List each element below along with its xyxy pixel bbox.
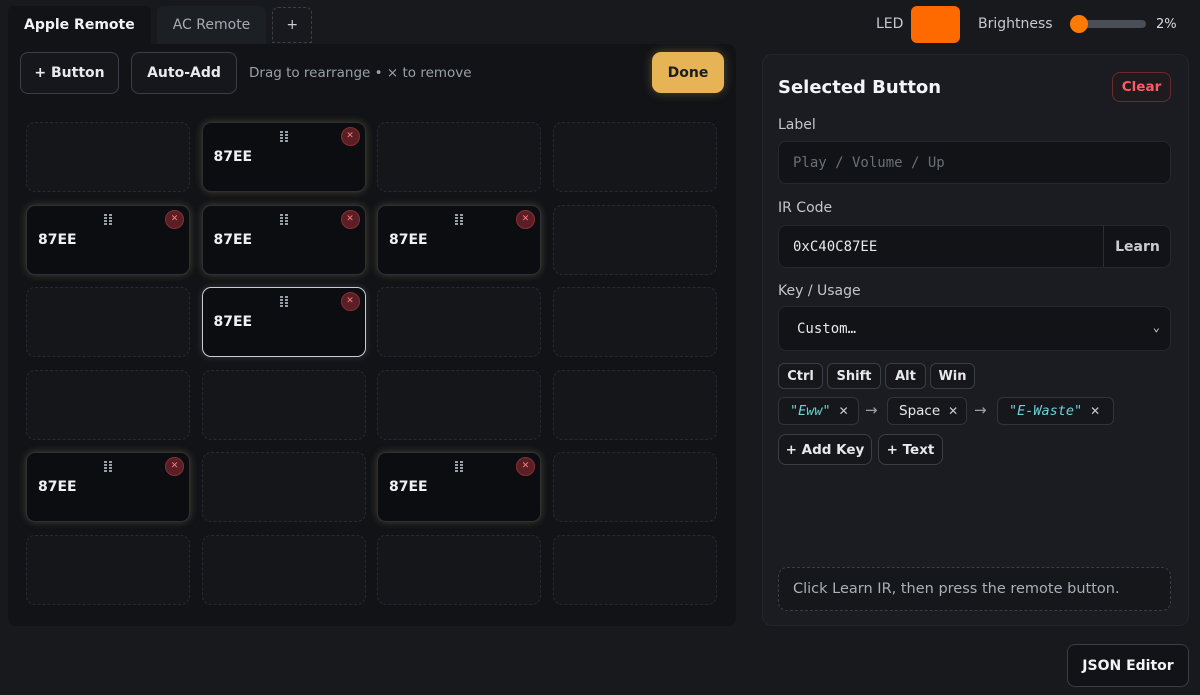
panel-title: Selected Button [778, 77, 942, 98]
remove-icon[interactable]: ✕ [340, 209, 360, 229]
sequence-item-key[interactable]: Space ✕ [887, 397, 967, 425]
empty-slot[interactable] [552, 287, 717, 357]
add-key-button[interactable]: + Add Key [778, 434, 872, 465]
empty-slot[interactable] [552, 204, 717, 275]
remote-button[interactable]: ✕ 87EE [201, 204, 366, 275]
label-field-label: Label [778, 117, 816, 133]
remove-icon[interactable]: ✕ [165, 457, 184, 476]
modifier-shift[interactable]: Shift [827, 363, 881, 389]
drag-handle-icon[interactable] [279, 296, 288, 308]
brightness-slider-thumb[interactable] [1070, 15, 1088, 33]
brightness-slider[interactable] [1070, 15, 1146, 33]
modifier-win[interactable]: Win [930, 363, 975, 389]
tab-ac-remote[interactable]: AC Remote [156, 6, 267, 44]
modifier-alt[interactable]: Alt [885, 363, 926, 389]
done-button[interactable]: Done [652, 52, 724, 93]
add-button-button[interactable]: + Button [20, 52, 119, 94]
brightness-label: Brightness [978, 16, 1053, 32]
empty-slot[interactable] [377, 534, 541, 605]
sequence-item-label: Space [899, 403, 941, 419]
drag-handle-icon[interactable] [279, 213, 288, 226]
drag-handle-icon[interactable] [104, 213, 112, 226]
remote-button[interactable]: ✕ 87EE [26, 204, 190, 275]
remote-button-label: 87EE [213, 231, 253, 248]
remove-icon[interactable]: ✕ [948, 404, 958, 418]
key-usage-select[interactable]: Custom… ⌄ [778, 306, 1171, 351]
auto-add-button[interactable]: Auto-Add [131, 52, 237, 94]
modifier-ctrl[interactable]: Ctrl [778, 363, 823, 389]
remove-icon[interactable]: ✕ [165, 209, 184, 229]
remove-icon[interactable]: ✕ [516, 209, 535, 229]
key-usage-label: Key / Usage [778, 283, 861, 299]
json-editor-button[interactable]: JSON Editor [1067, 644, 1189, 687]
empty-slot[interactable] [201, 369, 366, 440]
sequence-item-text[interactable]: "Eww" ✕ [778, 397, 859, 425]
sequence-item-label: "Eww" [790, 403, 831, 419]
remote-button[interactable]: ✕ 87EE [377, 452, 541, 522]
empty-slot[interactable] [377, 287, 541, 357]
tab-apple-remote[interactable]: Apple Remote [8, 6, 151, 44]
chevron-down-icon: ⌄ [1152, 320, 1160, 334]
empty-slot[interactable] [201, 452, 366, 522]
remote-button[interactable]: ✕ 87EE [201, 287, 366, 357]
empty-slot[interactable] [552, 122, 717, 192]
empty-slot[interactable] [377, 122, 541, 192]
remote-button-label: 87EE [213, 149, 253, 165]
empty-slot[interactable] [26, 534, 190, 605]
remote-button[interactable]: ✕ 87EE [26, 452, 190, 522]
empty-slot[interactable] [26, 122, 190, 192]
arrow-right-icon: → [865, 401, 878, 419]
empty-slot[interactable] [201, 534, 366, 605]
clear-button[interactable]: Clear [1112, 72, 1171, 102]
sequence-item-label: "E-Waste" [1009, 403, 1083, 419]
learn-status-message: Click Learn IR, then press the remote bu… [778, 567, 1171, 611]
remote-tabs: Apple Remote AC Remote + [8, 6, 313, 44]
empty-slot[interactable] [552, 369, 717, 440]
empty-slot[interactable] [552, 452, 717, 522]
key-usage-value: Custom… [797, 320, 857, 337]
remote-button-label: 87EE [389, 479, 428, 495]
rearrange-hint: Drag to rearrange • × to remove [249, 65, 472, 81]
empty-slot[interactable] [552, 534, 717, 605]
remote-button-label: 87EE [38, 479, 77, 495]
empty-slot[interactable] [26, 369, 190, 440]
remote-button-label: 87EE [389, 231, 428, 248]
drag-handle-icon[interactable] [279, 131, 288, 143]
drag-handle-icon[interactable] [455, 461, 463, 473]
remove-icon[interactable]: ✕ [516, 457, 535, 476]
remote-button[interactable]: ✕ 87EE [201, 122, 366, 192]
label-input[interactable] [778, 141, 1171, 184]
drag-handle-icon[interactable] [455, 213, 463, 226]
remove-icon[interactable]: ✕ [1090, 404, 1100, 418]
learn-button[interactable]: Learn [1103, 226, 1171, 267]
remote-button-label: 87EE [213, 314, 253, 330]
drag-handle-icon[interactable] [104, 461, 112, 473]
add-tab-button[interactable]: + [272, 7, 313, 43]
selected-button-panel: Selected Button Clear Label IR Code Lear… [762, 54, 1189, 626]
remote-button-label: 87EE [38, 231, 77, 248]
empty-slot[interactable] [26, 287, 190, 357]
ir-code-label: IR Code [778, 200, 833, 216]
led-color-picker[interactable] [911, 6, 960, 43]
arrow-right-icon: → [974, 401, 987, 419]
remove-icon[interactable]: ✕ [340, 292, 360, 311]
add-text-button[interactable]: + Text [878, 434, 943, 465]
remove-icon[interactable]: ✕ [340, 127, 360, 146]
remove-icon[interactable]: ✕ [839, 404, 849, 418]
sequence-item-text[interactable]: "E-Waste" ✕ [997, 397, 1114, 425]
empty-slot[interactable] [377, 369, 541, 440]
remote-layout-panel: + Button Auto-Add Drag to rearrange • × … [8, 44, 736, 626]
led-label: LED [876, 16, 904, 32]
remote-button[interactable]: ✕ 87EE [377, 204, 541, 275]
brightness-value: 2% [1156, 17, 1177, 32]
